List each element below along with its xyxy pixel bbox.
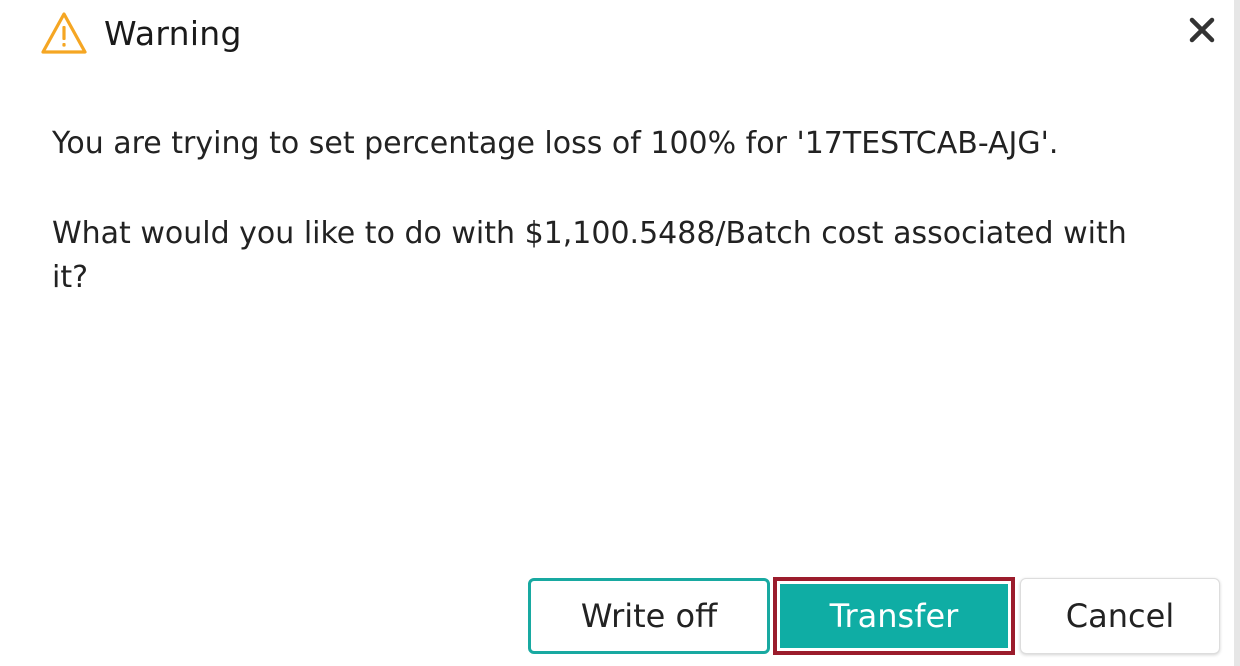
close-button[interactable] (1184, 14, 1220, 50)
dialog-header: Warning (40, 8, 242, 58)
dialog-title: Warning (104, 13, 242, 53)
cancel-button[interactable]: Cancel (1020, 578, 1220, 654)
transfer-button[interactable]: Transfer (780, 584, 1008, 648)
transfer-button-focus-ring: Transfer (773, 577, 1015, 655)
dialog-message: You are trying to set percentage loss of… (52, 122, 1172, 300)
close-icon (1188, 16, 1216, 48)
message-cost-question: What would you like to do with $1,100.54… (52, 216, 1127, 295)
message-percentage-loss: You are trying to set percentage loss of… (52, 126, 1059, 161)
warning-dialog: Warning You are trying to set percentage… (0, 0, 1240, 666)
warning-triangle-icon (40, 11, 88, 55)
dialog-scrollbar[interactable] (1234, 0, 1240, 666)
write-off-button[interactable]: Write off (528, 578, 770, 654)
